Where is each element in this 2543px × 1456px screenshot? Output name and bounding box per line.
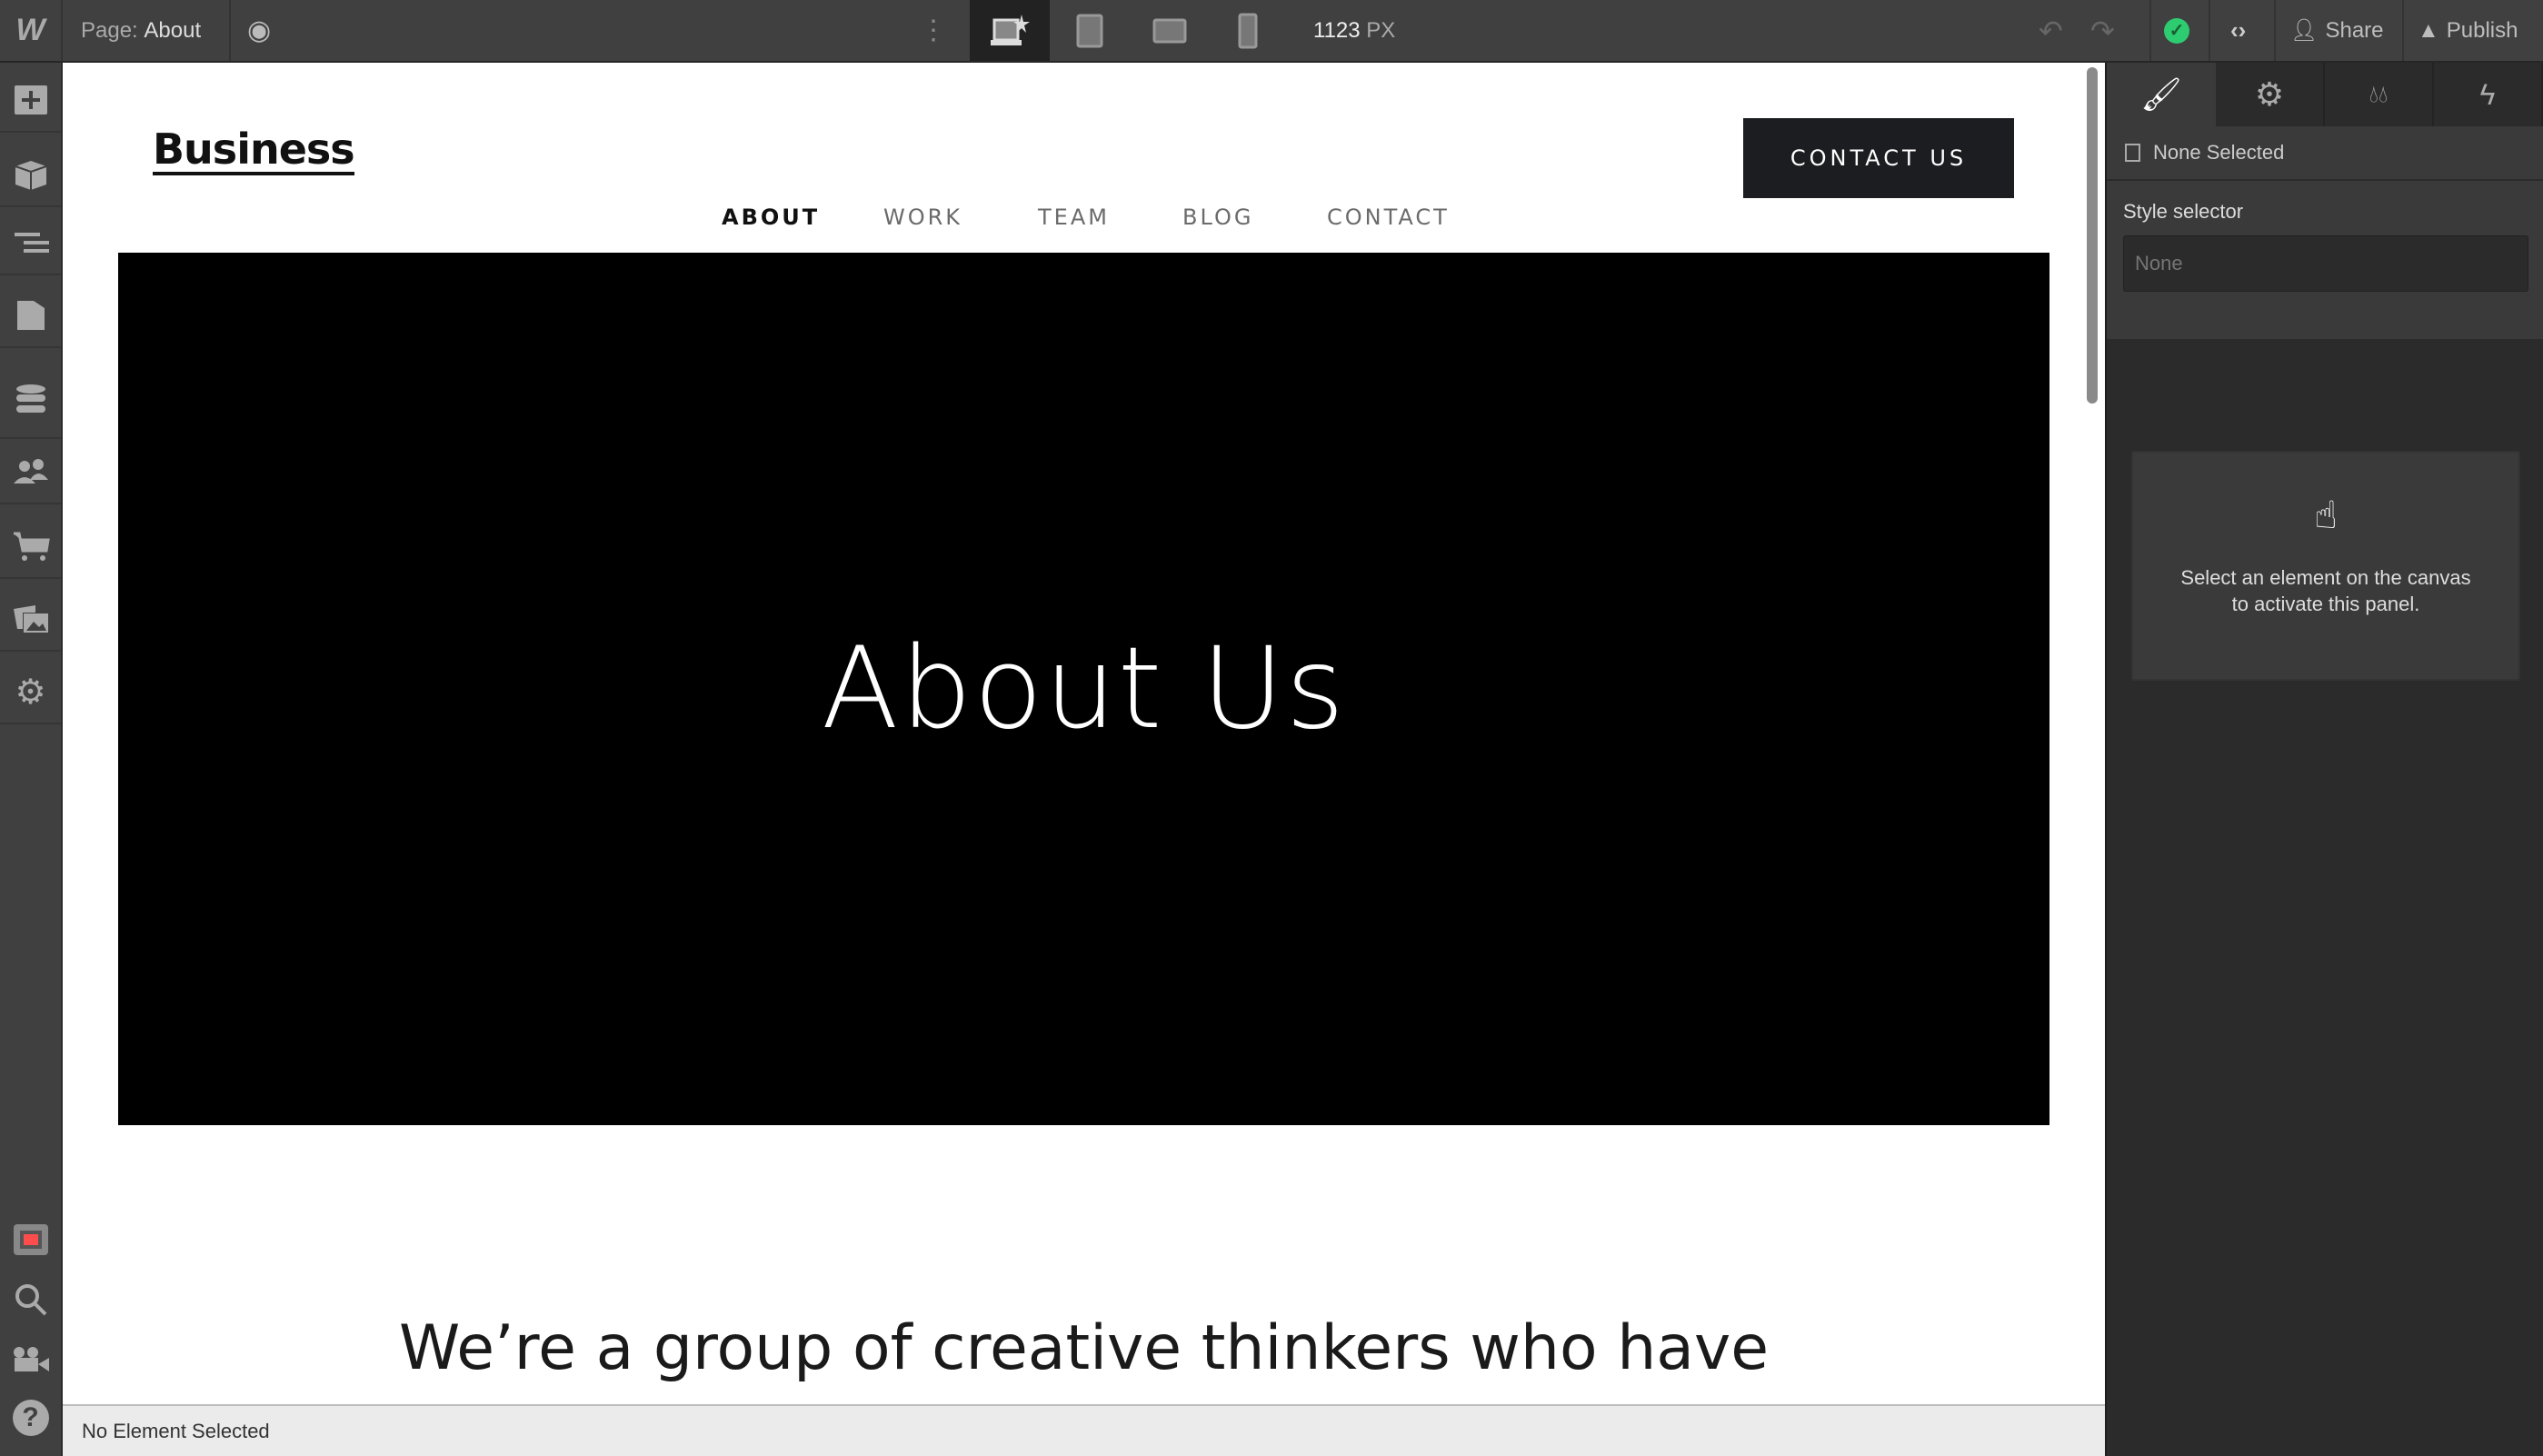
publish-button[interactable]: ▲ Publish (2418, 0, 2518, 61)
empty-state-line-2: to activate this panel. (2231, 593, 2420, 615)
tablet-icon (1076, 14, 1103, 47)
redo-icon[interactable]: ↷ (2090, 0, 2115, 61)
page-selector[interactable]: Page: About (81, 0, 201, 61)
navigator-icon (14, 233, 49, 253)
cms-button[interactable] (0, 363, 61, 439)
design-canvas[interactable]: Business ABOUT WORK TEAM BLOG CONTACT CO… (63, 63, 2105, 1404)
hero-title: About Us (821, 623, 1347, 754)
intro-heading: We’re a group of creative thinkers who h… (398, 1312, 1770, 1384)
top-toolbar: W Page: About ◉ ⋮ 1123 PX ↶ ↷ ✓ ‹› 👤︎ Sha… (0, 0, 2543, 63)
empty-state-card: ☝︎ Select an element on the canvas to ac… (2131, 451, 2520, 681)
status-text: No Element Selected (82, 1419, 270, 1442)
canvas-width: 1123 PX (1313, 0, 1395, 61)
hero-section: About Us (118, 253, 2049, 1125)
gear-icon: ⚙ (2254, 75, 2285, 113)
left-sidebar: ⚙ ? (0, 63, 63, 1456)
status-check-icon[interactable]: ✓ (2164, 0, 2189, 61)
lightning-icon: ϟ (2479, 77, 2496, 111)
tab-interactions[interactable]: ϟ (2434, 63, 2543, 126)
gear-icon: ⚙ (15, 673, 46, 712)
more-options-icon[interactable]: ⋮ (920, 0, 947, 61)
record-button[interactable] (0, 1208, 61, 1272)
mobile-portrait-icon (1238, 13, 1258, 48)
site-logo[interactable]: Business (153, 126, 355, 175)
cart-icon (13, 532, 50, 561)
brush-icon: 🖌︎ (2140, 75, 2182, 113)
code-icon[interactable]: ‹› (2230, 0, 2246, 61)
navigator-button[interactable] (0, 212, 61, 275)
settings-button[interactable]: ⚙ (0, 661, 61, 724)
checkbox-icon (2125, 144, 2140, 162)
tab-style[interactable]: 🖌︎ (2107, 63, 2216, 126)
nav-about[interactable]: ABOUT (722, 204, 820, 230)
pages-button[interactable] (0, 284, 61, 348)
tab-settings[interactable]: ⚙ (2216, 63, 2325, 126)
assets-button[interactable] (0, 588, 61, 652)
nav-team[interactable]: TEAM (1038, 204, 1110, 230)
empty-state-line-1: Select an element on the canvas (2180, 566, 2471, 589)
pointer-click-icon: ☝︎ (2314, 494, 2338, 536)
preview-eye-icon[interactable]: ◉ (247, 0, 271, 61)
search-button[interactable] (0, 1268, 61, 1331)
breakpoint-desktop-button[interactable] (970, 0, 1050, 61)
status-bar: No Element Selected (63, 1404, 2105, 1456)
width-unit: PX (1366, 17, 1396, 43)
user-icon: 👤︎ (2290, 18, 2319, 43)
help-icon: ? (12, 1400, 49, 1436)
tab-style-manager[interactable]: 💧︎💧︎ (2325, 63, 2434, 126)
record-icon (13, 1224, 48, 1255)
breakpoint-tablet-button[interactable] (1076, 0, 1103, 61)
canvas-scrollbar[interactable] (2087, 67, 2098, 404)
drops-icon: 💧︎💧︎ (2368, 80, 2388, 107)
rocket-icon: ▲ (2418, 17, 2439, 43)
right-panel: 🖌︎ ⚙ 💧︎💧︎ ϟ None Selected Style selector… (2105, 63, 2543, 1456)
video-camera-icon (13, 1347, 49, 1371)
style-selector-input[interactable] (2123, 235, 2528, 292)
nav-blog[interactable]: BLOG (1182, 204, 1253, 230)
nav-contact[interactable]: CONTACT (1327, 204, 1450, 230)
breakpoint-portrait-button[interactable] (1238, 0, 1258, 61)
mobile-landscape-icon (1152, 18, 1187, 43)
page-label: Page: (81, 17, 138, 43)
add-panel-button[interactable] (0, 69, 61, 133)
components-button[interactable] (0, 144, 61, 207)
width-value: 1123 (1313, 17, 1361, 43)
share-label: Share (2325, 17, 2384, 43)
none-selected-label: None Selected (2153, 141, 2285, 164)
add-icon (14, 85, 47, 115)
contact-us-button[interactable]: CONTACT US (1743, 118, 2014, 198)
webflow-logo-icon[interactable]: W (0, 0, 61, 61)
search-icon (15, 1284, 46, 1316)
publish-label: Publish (2446, 17, 2518, 43)
image-icon (13, 605, 48, 633)
video-tutorials-button[interactable] (0, 1328, 61, 1391)
users-button[interactable] (0, 441, 61, 504)
undo-icon[interactable]: ↶ (2039, 0, 2063, 61)
none-selected-toggle[interactable]: None Selected (2125, 141, 2284, 165)
box-icon (15, 161, 46, 190)
page-name: About (144, 17, 202, 43)
database-icon (15, 384, 45, 413)
desktop-star-icon (991, 14, 1030, 45)
help-button[interactable]: ? (0, 1386, 61, 1450)
nav-work[interactable]: WORK (883, 204, 962, 230)
style-selector-label: Style selector (2123, 200, 2244, 223)
share-button[interactable]: 👤︎ Share (2290, 0, 2384, 61)
ecommerce-button[interactable] (0, 515, 61, 579)
page-icon (16, 301, 45, 330)
breakpoint-landscape-button[interactable] (1152, 0, 1187, 61)
users-icon (13, 459, 48, 484)
